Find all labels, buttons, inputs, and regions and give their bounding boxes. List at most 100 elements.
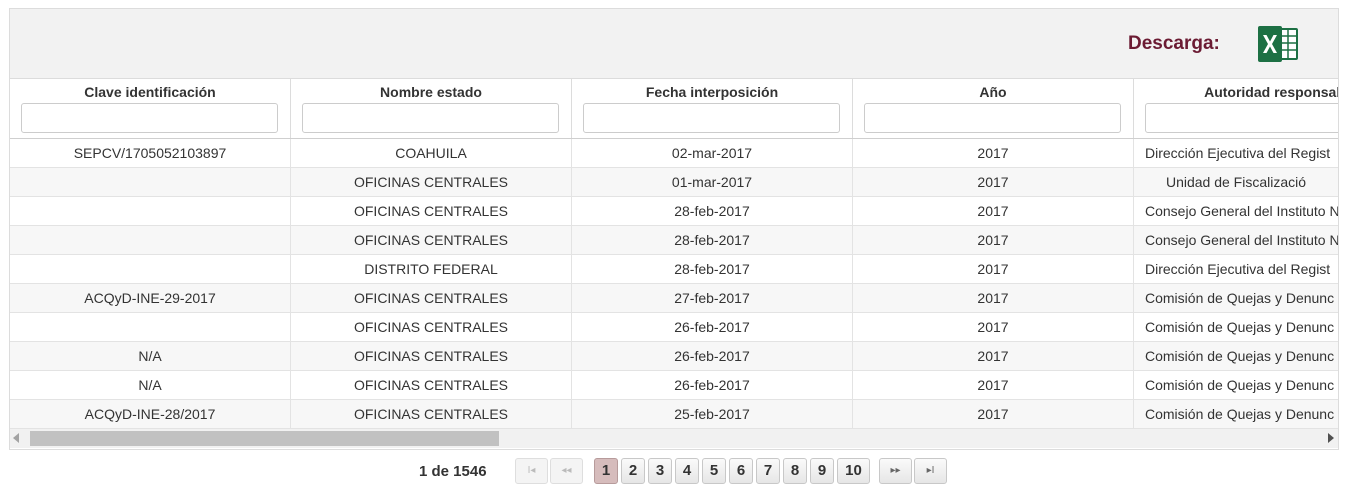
page-button-3[interactable]: 3 [648, 458, 672, 484]
cell-estado: OFICINAS CENTRALES [291, 400, 572, 428]
cell-anio: 2017 [853, 255, 1134, 283]
cell-anio: 2017 [853, 197, 1134, 225]
table-row[interactable]: OFICINAS CENTRALES 01-mar-2017 2017 Unidad … [10, 168, 1338, 197]
cell-fecha: 26-feb-2017 [572, 342, 853, 370]
cell-clave: ACQyD-INE-28/2017 [10, 400, 291, 428]
cell-clave: SEPCV/1705052103897 [10, 139, 291, 167]
cell-estado: OFICINAS CENTRALES [291, 197, 572, 225]
cell-clave: N/A [10, 371, 291, 399]
column-header-estado: Nombre estado [291, 79, 572, 138]
grid-header: Clave identificación Nombre estado Fecha… [10, 79, 1338, 139]
scroll-left-arrow-icon[interactable] [13, 433, 19, 443]
cell-autoridad: Dirección Ejecutiva del Regist [1145, 145, 1331, 161]
page-button-1[interactable]: 1 [594, 458, 618, 484]
table-row[interactable]: N/A OFICINAS CENTRALES 26-feb-2017 2017 Comi… [10, 371, 1338, 400]
page-button-6[interactable]: 6 [729, 458, 753, 484]
filter-input-estado[interactable] [302, 103, 559, 133]
cell-autoridad: Comisión de Quejas y Denunc [1145, 290, 1335, 306]
cell-autoridad: Dirección Ejecutiva del Regist [1145, 261, 1331, 277]
cell-clave [10, 226, 291, 254]
cell-fecha: 25-feb-2017 [572, 400, 853, 428]
cell-clave: N/A [10, 342, 291, 370]
cell-estado: OFICINAS CENTRALES [291, 168, 572, 196]
column-header-autoridad: Autoridad responsab [1134, 79, 1339, 138]
cell-estado: OFICINAS CENTRALES [291, 313, 572, 341]
table-row[interactable]: OFICINAS CENTRALES 28-feb-2017 2017 Consejo… [10, 197, 1338, 226]
filter-input-clave[interactable] [21, 103, 278, 133]
page-button-5[interactable]: 5 [702, 458, 726, 484]
scroll-right-arrow-icon[interactable] [1328, 433, 1334, 443]
table-row[interactable]: N/A OFICINAS CENTRALES 26-feb-2017 2017 Comi… [10, 342, 1338, 371]
cell-estado: OFICINAS CENTRALES [291, 226, 572, 254]
table-row[interactable]: ACQyD-INE-29-2017 OFICINAS CENTRALES 27-fe… [10, 284, 1338, 313]
previous-page-button[interactable]: ◂◂ [550, 458, 583, 484]
page-info: 1 de 1546 [419, 463, 487, 480]
page-button-10[interactable]: 10 [837, 458, 870, 484]
cell-estado: COAHUILA [291, 139, 572, 167]
cell-clave [10, 197, 291, 225]
filter-input-autoridad[interactable] [1145, 103, 1338, 133]
cell-fecha: 26-feb-2017 [572, 313, 853, 341]
page-button-2[interactable]: 2 [621, 458, 645, 484]
cell-estado: OFICINAS CENTRALES [291, 284, 572, 312]
cell-clave [10, 255, 291, 283]
cell-autoridad: Unidad de Fiscalizació [1165, 174, 1307, 190]
cell-fecha: 28-feb-2017 [572, 226, 853, 254]
data-grid: Descarga: Clave identificación Nombre es… [9, 8, 1339, 450]
cell-estado: OFICINAS CENTRALES [291, 342, 572, 370]
column-title: Fecha interposición [645, 84, 779, 100]
cell-autoridad: Comisión de Quejas y Denunc [1145, 406, 1335, 422]
cell-anio: 2017 [853, 371, 1134, 399]
table-row[interactable]: ACQyD-INE-28/2017 OFICINAS CENTRALES 25-fe… [10, 400, 1338, 429]
cell-anio: 2017 [853, 313, 1134, 341]
cell-anio: 2017 [853, 139, 1134, 167]
cell-anio: 2017 [853, 168, 1134, 196]
column-title: Clave identificación [84, 84, 216, 100]
cell-fecha: 28-feb-2017 [572, 197, 853, 225]
column-title: Año [979, 84, 1007, 100]
last-page-button[interactable]: ▸I [914, 458, 947, 484]
pagination: 1 de 1546 I◂ ◂◂ 1 2 3 4 5 6 7 8 9 10 ▸▸ … [0, 458, 1349, 486]
grid-toolbar: Descarga: [10, 9, 1338, 79]
cell-anio: 2017 [853, 400, 1134, 428]
cell-estado: OFICINAS CENTRALES [291, 371, 572, 399]
cell-estado: DISTRITO FEDERAL [291, 255, 572, 283]
cell-autoridad: Consejo General del Instituto N [1145, 203, 1338, 219]
cell-fecha: 02-mar-2017 [572, 139, 853, 167]
horizontal-scrollbar[interactable] [10, 429, 1338, 448]
page-button-8[interactable]: 8 [783, 458, 807, 484]
page-button-4[interactable]: 4 [675, 458, 699, 484]
cell-clave [10, 313, 291, 341]
cell-autoridad: Comisión de Quejas y Denunc [1145, 377, 1335, 393]
filter-input-fecha[interactable] [583, 103, 840, 133]
cell-autoridad: Comisión de Quejas y Denunc [1145, 319, 1335, 335]
download-label: Descarga: [1128, 33, 1220, 54]
page-button-9[interactable]: 9 [810, 458, 834, 484]
table-row[interactable]: SEPCV/1705052103897 COAHUILA 02-mar-2017 20… [10, 139, 1338, 168]
table-row[interactable]: OFICINAS CENTRALES 26-feb-2017 2017 Comisió… [10, 313, 1338, 342]
next-page-button[interactable]: ▸▸ [879, 458, 912, 484]
cell-autoridad: Comisión de Quejas y Denunc [1145, 348, 1335, 364]
cell-anio: 2017 [853, 226, 1134, 254]
cell-autoridad: Consejo General del Instituto N [1145, 232, 1338, 248]
column-header-clave: Clave identificación [10, 79, 291, 138]
excel-icon[interactable] [1256, 25, 1300, 63]
column-header-anio: Año [853, 79, 1134, 138]
cell-fecha: 28-feb-2017 [572, 255, 853, 283]
cell-fecha: 27-feb-2017 [572, 284, 853, 312]
column-header-fecha: Fecha interposición [572, 79, 853, 138]
scrollbar-thumb[interactable] [30, 431, 499, 446]
cell-fecha: 01-mar-2017 [572, 168, 853, 196]
cell-fecha: 26-feb-2017 [572, 371, 853, 399]
cell-clave [10, 168, 291, 196]
cell-anio: 2017 [853, 284, 1134, 312]
page-button-7[interactable]: 7 [756, 458, 780, 484]
filter-input-anio[interactable] [864, 103, 1121, 133]
first-page-button[interactable]: I◂ [515, 458, 548, 484]
column-title: Nombre estado [380, 84, 482, 100]
table-row[interactable]: DISTRITO FEDERAL 28-feb-2017 2017 Dirección… [10, 255, 1338, 284]
cell-clave: ACQyD-INE-29-2017 [10, 284, 291, 312]
column-title: Autoridad responsab [1204, 84, 1339, 100]
table-row[interactable]: OFICINAS CENTRALES 28-feb-2017 2017 Consejo… [10, 226, 1338, 255]
cell-anio: 2017 [853, 342, 1134, 370]
